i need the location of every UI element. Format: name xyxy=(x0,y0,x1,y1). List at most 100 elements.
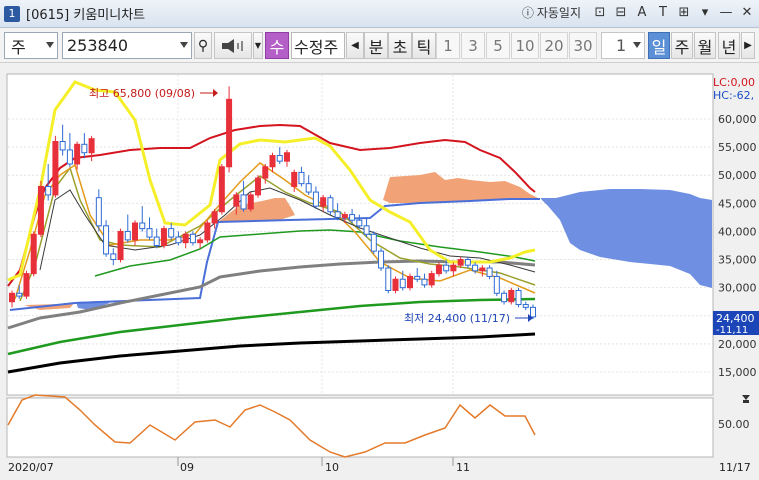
chevron-down-icon xyxy=(180,42,188,48)
minimize-panel-icon[interactable]: ⊟ xyxy=(613,5,629,20)
price-chart[interactable]: 최고 65,800 (09/08) 최저 24,400 (11/17) 60,0… xyxy=(0,64,759,480)
tab-weekly[interactable]: 주 xyxy=(671,32,693,59)
candle-body xyxy=(269,155,276,168)
count-value: 1 xyxy=(616,36,627,55)
period-second-label: 초 xyxy=(392,37,408,57)
candle-body xyxy=(117,230,124,261)
candle-body xyxy=(457,259,464,266)
sound-dropdown-button[interactable]: ▼ xyxy=(253,32,263,59)
high-annotation: 최고 65,800 (09/08) xyxy=(89,87,195,100)
chevron-down-icon xyxy=(633,42,641,48)
candle-body xyxy=(211,211,218,224)
mini-chart-window: 1 [0615] 키움미니차트 ⓘ 자동일지 ⊡ ⊟ A T ⊞ ▾ — ✕ 주… xyxy=(0,0,759,480)
search-button[interactable]: ⚲ xyxy=(194,32,212,59)
candle-body xyxy=(493,275,500,294)
candle-body xyxy=(414,275,421,280)
candle-body xyxy=(428,273,435,286)
candle-body xyxy=(378,250,385,269)
candle-body xyxy=(226,98,233,168)
candle-body xyxy=(341,214,348,218)
interval-20-button[interactable]: 20 xyxy=(540,32,568,59)
candle-body xyxy=(530,306,536,318)
candle-body xyxy=(385,267,392,291)
sujeong-button[interactable]: 수 xyxy=(265,32,289,59)
candle-body xyxy=(95,197,102,227)
candle-body xyxy=(421,278,428,286)
speaker-icon xyxy=(222,38,243,53)
close-icon[interactable]: ✕ xyxy=(739,5,755,20)
adjusted-price-toggle[interactable]: 수정주 xyxy=(291,32,345,59)
candle-body xyxy=(139,222,146,230)
triangle-left-icon: ◀ xyxy=(351,40,359,51)
window-number-badge: 1 xyxy=(4,5,20,22)
interval-3-button[interactable]: 3 xyxy=(461,32,485,59)
candle-body xyxy=(327,197,334,213)
pane-splitter[interactable] xyxy=(743,400,749,403)
period-second-button[interactable]: 초 xyxy=(388,32,412,59)
candle-body xyxy=(356,219,363,227)
tab-daily-label: 일 xyxy=(651,37,667,57)
interval-5-button[interactable]: 5 xyxy=(486,32,510,59)
sound-button[interactable] xyxy=(214,32,252,59)
title-bar[interactable]: 1 [0615] 키움미니차트 ⓘ 자동일지 ⊡ ⊟ A T ⊞ ▾ — ✕ xyxy=(0,0,759,28)
indicator-pane xyxy=(6,397,714,458)
toolbar: 주 253840 ⚲ ▼ 수 수정주 ◀ 분 초 틱 1 3 5 10 20 3… xyxy=(0,29,759,63)
indicator-axis-label: 50.00 xyxy=(718,418,750,431)
candle-body xyxy=(233,194,240,207)
candle-body xyxy=(16,292,23,297)
autosave-button[interactable]: ⓘ 자동일지 xyxy=(522,4,581,21)
chart-area[interactable]: 최고 65,800 (09/08) 최저 24,400 (11/17) 60,0… xyxy=(0,64,759,480)
candle-body xyxy=(515,289,522,306)
candle-body xyxy=(443,264,450,272)
candle-body xyxy=(103,225,110,255)
tab-daily[interactable]: 일 xyxy=(648,32,670,59)
candle-body xyxy=(132,222,139,241)
candle-body xyxy=(435,264,442,275)
candle-body xyxy=(146,228,153,238)
candle-body xyxy=(334,211,341,218)
period-minute-button[interactable]: 분 xyxy=(364,32,388,59)
period-tick-button[interactable]: 틱 xyxy=(412,32,436,59)
interval-10-button[interactable]: 10 xyxy=(511,32,539,59)
candle-body xyxy=(247,194,254,210)
tab-monthly[interactable]: 월 xyxy=(694,32,716,59)
minimize-icon[interactable]: — xyxy=(718,5,734,20)
stock-code-input[interactable]: 253840 xyxy=(62,32,192,59)
candle-body xyxy=(305,183,312,193)
candle-body xyxy=(45,185,52,196)
market-select[interactable]: 주 xyxy=(4,32,58,59)
text-icon[interactable]: T xyxy=(655,5,671,20)
candle-body xyxy=(349,214,356,221)
x-label-sep: 09 xyxy=(180,461,194,474)
prev-button[interactable]: ◀ xyxy=(346,32,364,59)
interval-label: 20 xyxy=(544,36,564,55)
candle-body xyxy=(312,191,319,207)
candle-body xyxy=(37,185,44,235)
candle-body xyxy=(291,171,298,187)
price-axis-label: 50,000 xyxy=(718,169,757,182)
interval-1-button[interactable]: 1 xyxy=(436,32,460,59)
candle-body xyxy=(392,278,399,291)
candle-body xyxy=(450,264,457,272)
font-icon[interactable]: A xyxy=(634,5,650,20)
count-select[interactable]: 1 xyxy=(601,32,645,59)
chevron-down-icon: ▼ xyxy=(254,41,262,50)
price-axis-label: 30,000 xyxy=(718,282,757,295)
dropdown-icon[interactable]: ▾ xyxy=(697,5,713,20)
interval-30-button[interactable]: 30 xyxy=(569,32,597,59)
window-tool-icon[interactable]: ⊡ xyxy=(592,5,608,20)
triangle-right-icon: ▶ xyxy=(744,40,752,51)
grid-icon[interactable]: ⊞ xyxy=(676,5,692,20)
candle-body xyxy=(472,264,479,272)
tab-yearly[interactable]: 년 xyxy=(718,32,740,59)
next-button[interactable]: ▶ xyxy=(741,32,755,59)
candle-body xyxy=(320,197,327,207)
tab-monthly-label: 월 xyxy=(697,37,713,57)
autosave-label: 자동일지 xyxy=(536,6,581,20)
candle-body xyxy=(406,275,413,289)
hc-label: HC:-62, xyxy=(713,89,754,102)
candle-body xyxy=(124,230,131,241)
window-title: [0615] 키움미니차트 xyxy=(26,8,146,23)
x-label-nov: 11 xyxy=(456,461,470,474)
candle-body xyxy=(204,222,211,241)
